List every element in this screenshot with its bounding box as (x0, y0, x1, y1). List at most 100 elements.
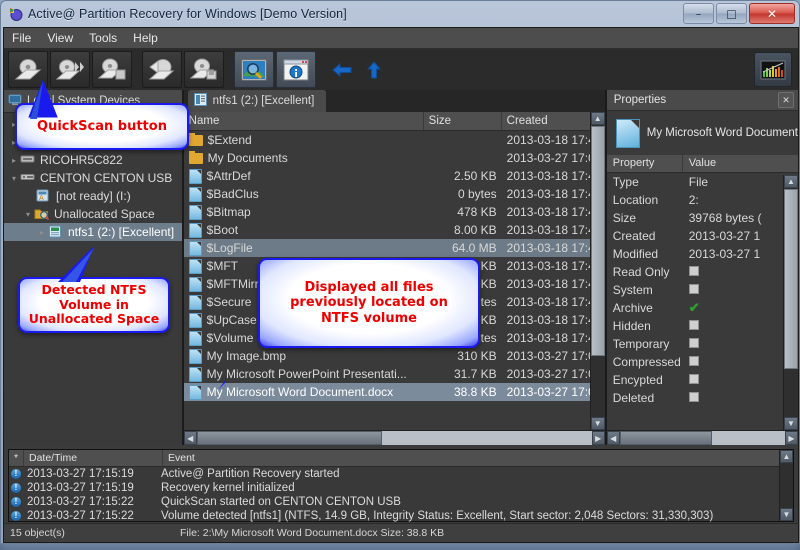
hscroll-track[interactable] (196, 431, 592, 445)
file-row[interactable]: $Boot 8.00 KB 2013-03-18 17:4... (184, 221, 605, 239)
scroll-down-button[interactable]: ▼ (784, 417, 798, 430)
log-vscrollbar[interactable]: ▲ ▼ (779, 450, 793, 521)
recover-button[interactable] (142, 51, 182, 88)
tab-ntfs1[interactable]: ntfs1 (2:) [Excellent] (187, 90, 327, 112)
document-icon (615, 118, 640, 148)
tree-item-not-ready[interactable]: A [not ready] (I:) (4, 187, 182, 205)
file-icon (188, 366, 202, 382)
property-value: ✔ (683, 301, 798, 315)
chevron-right-icon[interactable]: ▸ (8, 156, 20, 165)
save-button[interactable] (184, 51, 224, 88)
save-scan-button[interactable] (92, 51, 132, 88)
chevron-down-icon[interactable]: ▾ (8, 174, 20, 183)
column-header-name[interactable]: Name (184, 112, 424, 130)
property-row[interactable]: Archive ✔ (607, 299, 798, 317)
property-row[interactable]: Read Only (607, 263, 798, 281)
file-row[interactable]: My Microsoft PowerPoint Presentati... 31.… (184, 365, 605, 383)
menu-help[interactable]: Help (125, 29, 166, 47)
scroll-up-button[interactable]: ▲ (784, 175, 798, 188)
column-header-event[interactable]: Event (163, 452, 793, 464)
tree-item-unallocated-space[interactable]: ▾ Unallocated Space (4, 205, 182, 223)
up-button[interactable] (358, 51, 390, 88)
disk-editor-button[interactable] (754, 52, 792, 87)
scroll-thumb[interactable] (590, 126, 605, 356)
maximize-button[interactable]: □ (716, 3, 747, 24)
chevron-right-icon[interactable]: ▸ (36, 228, 48, 237)
property-key: Encypted (612, 373, 663, 387)
file-row[interactable]: $Bitmap 478 KB 2013-03-18 17:4... (184, 203, 605, 221)
log-row[interactable]: ! 2013-03-27 17:15:22 QuickScan started on… (9, 495, 793, 509)
property-row[interactable]: Size 39768 bytes ( (607, 209, 798, 227)
callout-files: Displayed all files previously located o… (218, 258, 480, 390)
file-list-vscrollbar[interactable]: ▲ ▼ (589, 112, 605, 430)
column-header-size[interactable]: Size (424, 112, 502, 130)
preview-button[interactable] (234, 51, 274, 88)
property-row[interactable]: Location 2: (607, 191, 798, 209)
scroll-left-button[interactable]: ◀ (606, 431, 620, 445)
file-name-text: My Documents (207, 151, 288, 165)
hscroll-thumb[interactable] (196, 431, 382, 445)
property-row[interactable]: Encypted (607, 371, 798, 389)
property-row[interactable]: Hidden (607, 317, 798, 335)
file-row[interactable]: My Image.bmp 310 KB 2013-03-27 17:0... (184, 347, 605, 365)
scroll-right-button[interactable]: ▶ (785, 431, 798, 445)
tree-item-ricoh[interactable]: ▸ RICOHR5C822 (4, 151, 182, 169)
property-row[interactable]: Modified 2013-03-27 1 (607, 245, 798, 263)
column-header-value[interactable]: Value (683, 155, 798, 172)
back-button[interactable] (326, 51, 358, 88)
window-title: Active@ Partition Recovery for Windows [… (28, 7, 347, 21)
close-button[interactable]: ✕ (749, 3, 795, 24)
window-controls: – □ ✕ (683, 3, 795, 24)
column-header-datetime[interactable]: Date/Time (24, 450, 163, 466)
scroll-down-button[interactable]: ▼ (590, 417, 605, 430)
chevron-down-icon[interactable]: ▾ (22, 210, 34, 219)
tree-item-centon-usb[interactable]: ▾ CENTON CENTON USB (4, 169, 182, 187)
properties-close-icon[interactable]: ✕ (778, 92, 794, 108)
property-row[interactable]: Deleted (607, 389, 798, 407)
log-row[interactable]: ! 2013-03-27 17:15:22 Volume detected [ntf… (9, 509, 793, 523)
file-row[interactable]: $AttrDef 2.50 KB 2013-03-18 17:4... (184, 167, 605, 185)
quickscan-button[interactable] (8, 51, 48, 88)
property-row[interactable]: Type File (607, 173, 798, 191)
toolbar-group-view (234, 51, 316, 88)
recover-icon (148, 58, 175, 79)
scroll-up-button[interactable]: ▲ (780, 450, 793, 463)
property-row[interactable]: System (607, 281, 798, 299)
file-name-text: $LogFile (206, 241, 253, 255)
log-row[interactable]: ! 2013-03-27 17:15:19 Recovery kernel init… (9, 481, 793, 495)
column-header-property[interactable]: Property (607, 155, 683, 172)
file-row[interactable]: $BadClus 0 bytes 2013-03-18 17:4... (184, 185, 605, 203)
superscan-button[interactable] (50, 51, 90, 88)
hscroll-thumb[interactable] (619, 431, 712, 445)
properties-vscrollbar[interactable]: ▲ ▼ (783, 175, 798, 430)
properties-hscrollbar[interactable]: ◀ ▶ (606, 430, 798, 445)
file-row[interactable]: My Microsoft Word Document.docx 38.8 KB 20… (183, 383, 605, 401)
menu-file[interactable]: File (4, 29, 39, 47)
hscroll-track[interactable] (619, 431, 785, 445)
scroll-down-button[interactable]: ▼ (780, 508, 793, 521)
menu-tools[interactable]: Tools (81, 29, 125, 47)
property-row[interactable]: Temporary (607, 335, 798, 353)
property-row[interactable]: Created 2013-03-27 1 (607, 227, 798, 245)
property-row[interactable]: Compressed (607, 353, 798, 371)
minimize-button[interactable]: – (683, 3, 714, 24)
scroll-left-button[interactable]: ◀ (183, 431, 197, 445)
file-row[interactable]: My Documents 2013-03-27 17:0... (184, 149, 605, 167)
scroll-thumb[interactable] (784, 189, 798, 369)
tree-item-ntfs1-volume[interactable]: ▸ ntfs1 (2:) [Excellent] (4, 223, 182, 241)
properties-button[interactable] (276, 51, 316, 88)
log-icon-cell: ! (9, 469, 23, 479)
scroll-up-button[interactable]: ▲ (590, 112, 605, 125)
log-datetime: 2013-03-27 17:15:19 (27, 468, 134, 480)
file-icon (188, 312, 202, 328)
file-row[interactable]: $LogFile 64.0 MB 2013-03-18 17:4... (183, 239, 605, 257)
file-size-cell: 310 KB (457, 349, 497, 363)
file-list-hscrollbar[interactable]: ◀ ▶ (183, 430, 605, 445)
unchecked-icon (688, 284, 699, 294)
menu-view[interactable]: View (39, 29, 81, 47)
log-row[interactable]: ! 2013-03-27 17:15:19 Active@ Partition Re… (9, 467, 793, 481)
properties-file-summary: My Microsoft Word Document (607, 111, 798, 155)
property-value: 39768 bytes ( (688, 211, 762, 225)
file-row[interactable]: $Extend 2013-03-18 17:4... (184, 131, 605, 149)
scroll-right-button[interactable]: ▶ (591, 431, 605, 445)
